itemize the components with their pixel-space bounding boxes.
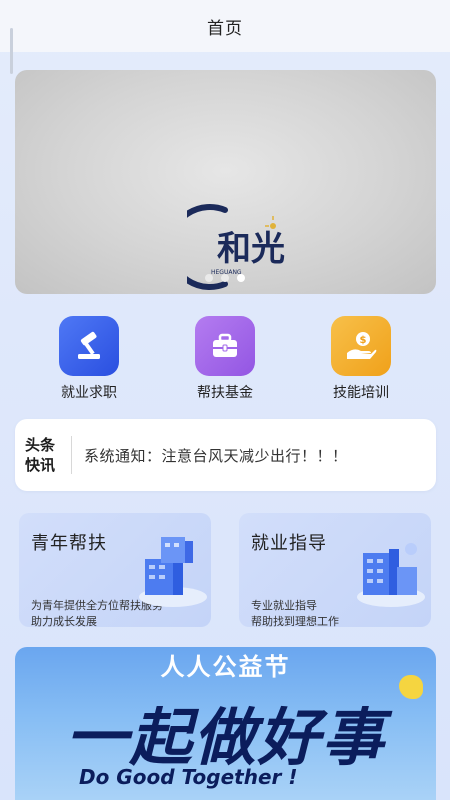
briefcase-icon: [195, 316, 255, 376]
card-desc: 帮助找到理想工作: [251, 615, 339, 627]
card-title: 青年帮扶: [31, 533, 107, 554]
building-illustration-icon: [139, 537, 207, 607]
news-text[interactable]: 系统通知：注意台风天减少出行！！！: [84, 445, 348, 466]
quick-item-label: 帮扶基金: [197, 385, 253, 401]
carousel-dot[interactable]: [205, 274, 213, 282]
building-illustration-icon: [357, 543, 425, 607]
news-tag-line1: 头条: [25, 436, 56, 454]
quick-item-fund[interactable]: 帮扶基金: [175, 316, 275, 402]
promo-banner[interactable]: 人人公益节 一起做好事 Do Good Together !: [15, 647, 436, 800]
logo-text: 和光: [217, 229, 285, 269]
svg-text:$: $: [360, 335, 367, 346]
news-tag: 头条 快讯: [15, 435, 71, 475]
quick-item-label: 就业求职: [61, 385, 117, 401]
card-desc: 助力成长发展: [31, 615, 97, 627]
promo-main-text: 一起做好事: [65, 701, 386, 774]
top-bar: 首页: [0, 0, 450, 52]
card-youth-support[interactable]: 青年帮扶 为青年提供全方位帮扶服务 助力成长发展: [19, 513, 211, 627]
page-title: 首页: [207, 18, 243, 39]
card-employment-guidance[interactable]: 就业指导 专业就业指导 帮助找到理想工作: [239, 513, 431, 627]
money-hand-icon: $: [331, 316, 391, 376]
card-title: 就业指导: [251, 533, 327, 554]
gavel-icon: [59, 316, 119, 376]
quick-item-label: 技能培训: [333, 385, 389, 401]
divider: [71, 436, 72, 474]
quick-item-training[interactable]: $ 技能培训: [311, 316, 411, 402]
quick-entries: 就业求职 帮扶基金 $ 技能培训: [0, 316, 450, 406]
news-tag-line2: 快讯: [25, 456, 56, 474]
scroll-indicator: [10, 28, 13, 74]
promo-subtext: Do Good Together !: [79, 765, 298, 789]
news-ticker[interactable]: 头条 快讯 系统通知：注意台风天减少出行！！！: [15, 419, 436, 491]
banner-carousel[interactable]: 和光 HEGUANG: [15, 70, 436, 294]
carousel-dot-active[interactable]: [237, 274, 245, 282]
card-desc: 专业就业指导: [251, 599, 317, 612]
carousel-dots: [0, 274, 450, 282]
carousel-dot[interactable]: [221, 274, 229, 282]
promo-title: 人人公益节: [160, 653, 291, 681]
quick-item-job[interactable]: 就业求职: [39, 316, 139, 402]
